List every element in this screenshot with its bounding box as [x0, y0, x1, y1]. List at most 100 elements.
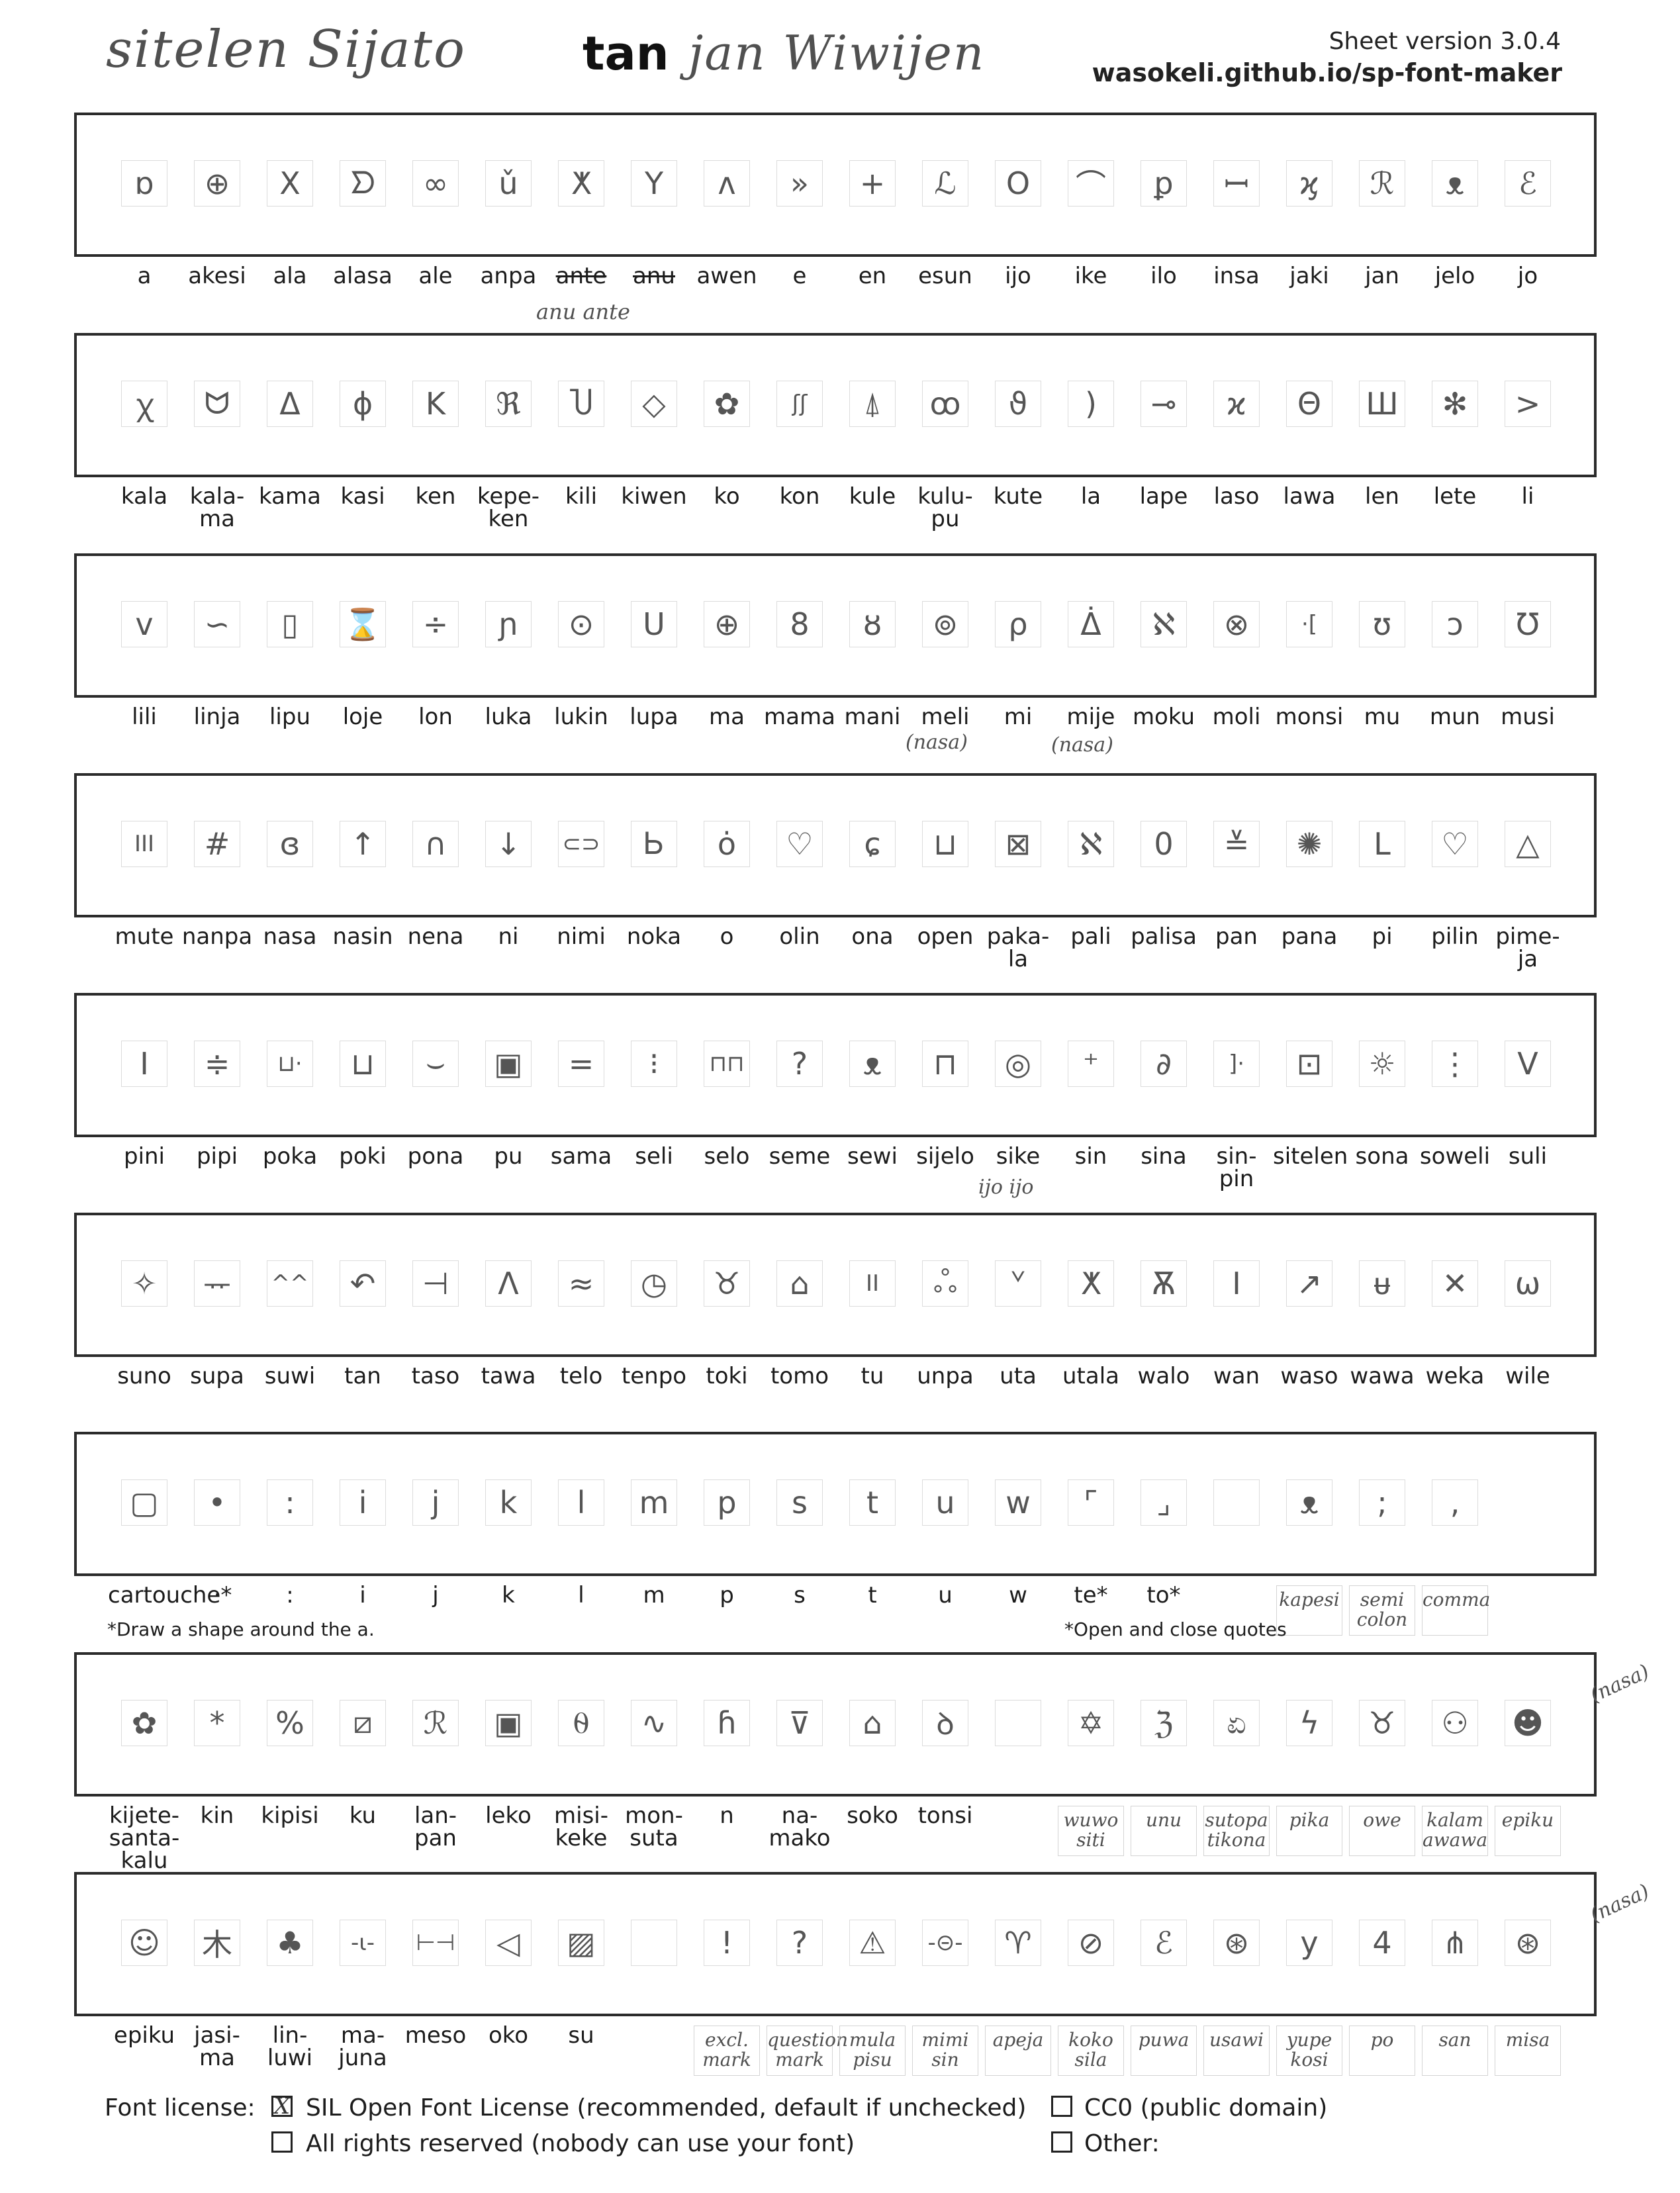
glyph-cell[interactable]: ⊔·	[267, 1041, 313, 1087]
glyph-cell[interactable]: ℰ	[1505, 160, 1551, 207]
glyph-cell[interactable]: 0	[1141, 821, 1187, 867]
glyph-cell[interactable]: ϗ	[1286, 160, 1332, 207]
glyph-cell[interactable]: ✿	[704, 381, 750, 427]
glyph-cell[interactable]: ⊽	[776, 1700, 823, 1746]
glyph-cell[interactable]: II	[849, 1260, 896, 1307]
glyph-cell[interactable]: ʃʃ	[776, 381, 823, 427]
glyph-cell[interactable]: ᵾ	[1359, 1260, 1405, 1307]
glyph-cell[interactable]	[1213, 1479, 1260, 1526]
glyph-cell[interactable]: ◁	[485, 1920, 532, 1966]
glyph-cell[interactable]: j	[412, 1479, 459, 1526]
glyph-cell[interactable]: Θ	[1286, 381, 1332, 427]
glyph-cell[interactable]	[995, 1700, 1041, 1746]
glyph-cell[interactable]: Ѫ	[1141, 1260, 1187, 1307]
glyph-cell[interactable]: ∂	[1141, 1041, 1187, 1087]
glyph-cell[interactable]: ▣	[485, 1700, 532, 1746]
glyph-cell[interactable]: ✿	[121, 1700, 167, 1746]
glyph-cell[interactable]: ▯	[267, 601, 313, 647]
glyph-cell[interactable]: ;	[1359, 1479, 1405, 1526]
glyph-cell[interactable]: ꝑ	[1141, 160, 1187, 207]
glyph-cell[interactable]: !	[704, 1920, 750, 1966]
glyph-cell[interactable]: ♣	[267, 1920, 313, 1966]
glyph-cell[interactable]: Y	[631, 160, 677, 207]
glyph-cell[interactable]: ⊕	[704, 601, 750, 647]
glyph-cell[interactable]: ◎	[995, 1041, 1041, 1087]
glyph-cell[interactable]: ^^	[267, 1260, 313, 1307]
glyph-cell[interactable]: ⊔	[340, 1041, 386, 1087]
glyph-cell[interactable]: ✧	[121, 1260, 167, 1307]
glyph-cell[interactable]: ↑	[340, 821, 386, 867]
glyph-cell[interactable]: ∩	[412, 821, 459, 867]
all-rights-checkbox[interactable]	[271, 2131, 293, 2153]
glyph-cell[interactable]: ⊂⊃	[558, 821, 604, 867]
glyph-cell[interactable]: ·[	[1286, 601, 1332, 647]
glyph-cell[interactable]: ω	[1505, 1260, 1551, 1307]
cc0-checkbox[interactable]	[1051, 2096, 1072, 2117]
other-checkbox[interactable]	[1051, 2131, 1072, 2153]
glyph-cell[interactable]: >	[1505, 381, 1551, 427]
glyph-cell[interactable]: ≚	[1213, 821, 1260, 867]
glyph-cell[interactable]: #	[194, 821, 240, 867]
glyph-cell[interactable]: w	[995, 1479, 1041, 1526]
glyph-cell[interactable]: ɲ	[485, 601, 532, 647]
glyph-cell[interactable]: ꝺ	[922, 1700, 968, 1746]
glyph-cell[interactable]: ◷	[631, 1260, 677, 1307]
glyph-cell[interactable]: Δ	[267, 381, 313, 427]
glyph-cell[interactable]: I	[1213, 1260, 1260, 1307]
glyph-cell[interactable]: ☺	[121, 1920, 167, 1966]
glyph-cell[interactable]: ℨ	[1141, 1700, 1187, 1746]
glyph-cell[interactable]: ↗	[1286, 1260, 1332, 1307]
glyph-cell[interactable]: ǔ	[485, 160, 532, 207]
glyph-cell[interactable]: ɞ	[267, 821, 313, 867]
glyph-cell[interactable]: ᗢ	[194, 381, 240, 427]
glyph-cell[interactable]: ϕ	[340, 381, 386, 427]
glyph-cell[interactable]: ♈	[995, 1920, 1041, 1966]
glyph-cell[interactable]: ,	[1432, 1479, 1478, 1526]
glyph-cell[interactable]: ⍋	[849, 381, 896, 427]
glyph-cell[interactable]: ಏ	[1213, 1700, 1260, 1746]
glyph-cell[interactable]: ℛ	[1359, 160, 1405, 207]
glyph-cell[interactable]: s	[776, 1479, 823, 1526]
glyph-cell[interactable]: ⁺	[1068, 1041, 1114, 1087]
glyph-cell[interactable]: ↄ	[1432, 601, 1478, 647]
glyph-cell[interactable]: ℒ	[922, 160, 968, 207]
glyph-cell[interactable]: ϑ	[995, 381, 1041, 427]
glyph-cell[interactable]: ᗤ	[340, 160, 386, 207]
glyph-cell[interactable]: ⵅ	[558, 160, 604, 207]
glyph-cell[interactable]: ϟ	[1286, 1700, 1332, 1746]
glyph-cell[interactable]: Λ	[485, 1260, 532, 1307]
glyph-cell[interactable]: i	[340, 1479, 386, 1526]
glyph-cell[interactable]: ⁝	[631, 1041, 677, 1087]
glyph-cell[interactable]: ?	[776, 1041, 823, 1087]
glyph-cell[interactable]: ≈	[558, 1260, 604, 1307]
glyph-cell[interactable]: )	[1068, 381, 1114, 427]
glyph-cell[interactable]: -⊝-	[922, 1920, 968, 1966]
glyph-cell[interactable]: ⊚	[922, 601, 968, 647]
glyph-cell[interactable]: +	[849, 160, 896, 207]
glyph-cell[interactable]: ▨	[558, 1920, 604, 1966]
glyph-cell[interactable]: ≑	[194, 1041, 240, 1087]
glyph-cell[interactable]: ⌂	[776, 1260, 823, 1307]
glyph-cell[interactable]: t	[849, 1479, 896, 1526]
glyph-cell[interactable]: V	[1505, 1041, 1551, 1087]
glyph-cell[interactable]: ⊙	[558, 601, 604, 647]
glyph-cell[interactable]: %	[267, 1700, 313, 1746]
glyph-cell[interactable]: ɕ	[849, 821, 896, 867]
glyph-cell[interactable]: =	[558, 1041, 604, 1087]
glyph-cell[interactable]: ↶	[340, 1260, 386, 1307]
glyph-cell[interactable]: p	[704, 1479, 750, 1526]
glyph-cell[interactable]: X	[267, 160, 313, 207]
glyph-cell[interactable]: ℜ	[485, 381, 532, 427]
glyph-cell[interactable]: ?	[776, 1920, 823, 1966]
glyph-cell[interactable]: ⧄	[340, 1700, 386, 1746]
glyph-cell[interactable]: ⊢⊣	[412, 1920, 459, 1966]
glyph-cell[interactable]: :	[267, 1479, 313, 1526]
glyph-cell[interactable]: ⌣	[412, 1041, 459, 1087]
glyph-cell[interactable]: ✡	[1068, 1700, 1114, 1746]
glyph-cell[interactable]: ♉	[704, 1260, 750, 1307]
glyph-cell[interactable]: ʊ	[1359, 601, 1405, 647]
glyph-cell[interactable]: ᅲ	[194, 1260, 240, 1307]
glyph-cell[interactable]: k	[485, 1479, 532, 1526]
glyph-cell[interactable]: △	[1505, 821, 1551, 867]
glyph-cell[interactable]: ↓	[485, 821, 532, 867]
